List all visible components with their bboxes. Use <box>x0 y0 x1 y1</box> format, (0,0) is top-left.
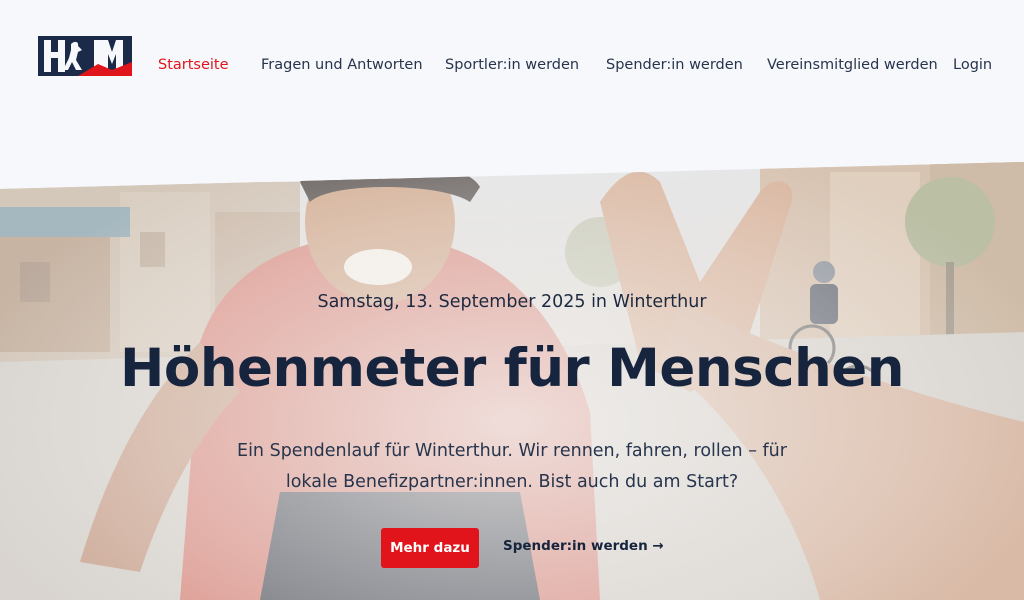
event-date: Samstag, 13. September 2025 in Winterthu… <box>317 292 707 312</box>
nav-link-faq[interactable]: Fragen und Antworten <box>261 56 423 74</box>
nav-link-login[interactable]: Login <box>953 56 992 74</box>
main-nav: Startseite Fragen und Antworten Sportler… <box>0 56 1024 74</box>
nav-link-sportler[interactable]: Sportler:in werden <box>445 56 579 74</box>
nav-link-spender[interactable]: Spender:in werden <box>606 56 743 74</box>
nav-link-startseite[interactable]: Startseite <box>158 56 229 74</box>
site-header: Startseite Fragen und Antworten Sportler… <box>0 0 1024 130</box>
spender-werden-link[interactable]: Spender:in werden → <box>503 538 664 558</box>
hero-title: Höhenmeter für Menschen <box>120 338 904 399</box>
hero-section: Samstag, 13. September 2025 in Winterthu… <box>0 162 1024 600</box>
nav-link-vereinsmitglied[interactable]: Vereinsmitglied werden <box>767 56 938 74</box>
mehr-dazu-button[interactable]: Mehr dazu <box>381 528 479 568</box>
hero-lead-text: Ein Spendenlauf für Winterthur. Wir renn… <box>237 441 787 492</box>
hero-content: Samstag, 13. September 2025 in Winterthu… <box>0 162 1024 600</box>
